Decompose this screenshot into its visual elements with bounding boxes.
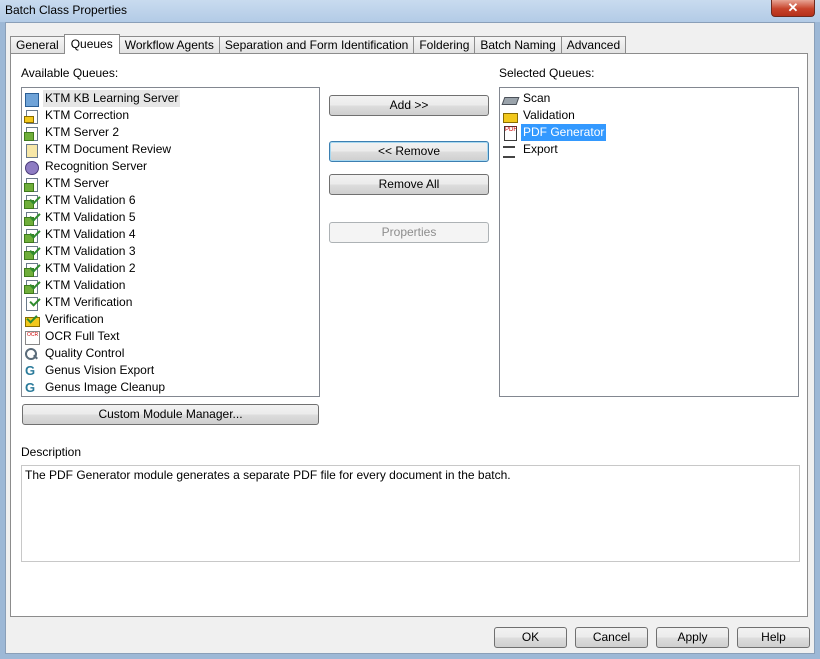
list-item[interactable]: KTM Validation 3 bbox=[22, 243, 319, 260]
scanner-icon bbox=[501, 92, 520, 106]
server-icon bbox=[24, 126, 40, 141]
list-item-label: PDF Generator bbox=[521, 124, 607, 141]
window-title: Batch Class Properties bbox=[5, 3, 128, 17]
tab-queues[interactable]: Queues bbox=[63, 34, 120, 54]
validation-check-icon bbox=[24, 192, 41, 209]
list-item[interactable]: KTM Validation 6 bbox=[22, 192, 319, 209]
genus-icon: G bbox=[25, 379, 36, 395]
list-item[interactable]: Recognition Server bbox=[22, 158, 319, 175]
remove-button[interactable]: << Remove bbox=[329, 141, 489, 162]
list-item-label: KTM Validation 4 bbox=[45, 227, 136, 241]
list-item-label: KTM Validation 3 bbox=[45, 244, 136, 258]
list-item[interactable]: Export bbox=[500, 141, 798, 158]
list-item[interactable]: PDF PDF Generator bbox=[500, 124, 798, 141]
list-item[interactable]: OCR OCR Full Text bbox=[22, 328, 319, 345]
correction-icon bbox=[24, 109, 40, 124]
title-bar: Batch Class Properties bbox=[0, 0, 820, 22]
tab-strip: General Queues Workflow Agents Separatio… bbox=[10, 34, 627, 54]
list-item-label: KTM Validation 6 bbox=[45, 193, 136, 207]
verification-yellow-icon bbox=[24, 311, 40, 327]
list-item[interactable]: KTM KB Learning Server bbox=[22, 90, 319, 107]
quality-control-icon bbox=[24, 347, 40, 361]
kb-learning-icon bbox=[24, 92, 40, 107]
close-button[interactable]: ✕ bbox=[771, 0, 815, 17]
ok-button[interactable]: OK bbox=[494, 627, 567, 648]
verification-icon bbox=[24, 294, 41, 311]
genus-icon: G bbox=[25, 362, 36, 378]
apply-button[interactable]: Apply bbox=[656, 627, 729, 648]
list-item[interactable]: KTM Server bbox=[22, 175, 319, 192]
list-item-label: KTM KB Learning Server bbox=[43, 90, 181, 107]
list-item[interactable]: KTM Validation 4 bbox=[22, 226, 319, 243]
list-item-label: Genus Vision Export bbox=[45, 363, 155, 377]
server-icon bbox=[24, 177, 40, 192]
validation-check-icon bbox=[24, 243, 41, 260]
list-item-label: KTM Verification bbox=[45, 295, 133, 309]
help-button[interactable]: Help bbox=[737, 627, 810, 648]
available-queues-list[interactable]: KTM KB Learning Server KTM Correction KTM … bbox=[21, 87, 320, 397]
list-item-label: KTM Server 2 bbox=[45, 125, 120, 139]
list-item-label: Verification bbox=[45, 312, 104, 326]
description-text: The PDF Generator module generates a sep… bbox=[25, 468, 511, 482]
list-item-label: Recognition Server bbox=[45, 159, 148, 173]
list-item-label: Validation bbox=[523, 108, 575, 122]
list-item-label: Export bbox=[523, 142, 558, 156]
list-item[interactable]: Quality Control bbox=[22, 345, 319, 362]
list-item[interactable]: KTM Validation 5 bbox=[22, 209, 319, 226]
list-item-label: KTM Server bbox=[45, 176, 110, 190]
list-item[interactable]: KTM Validation 2 bbox=[22, 260, 319, 277]
list-item[interactable]: KTM Verification bbox=[22, 294, 319, 311]
pdf-icon: PDF bbox=[502, 125, 518, 141]
list-item[interactable]: G Genus Image Cleanup bbox=[22, 379, 319, 396]
list-item-label: Scan bbox=[523, 91, 551, 105]
properties-button[interactable]: Properties bbox=[329, 222, 489, 243]
ocr-icon: OCR bbox=[24, 330, 40, 345]
list-item[interactable]: KTM Server 2 bbox=[22, 124, 319, 141]
export-icon bbox=[502, 143, 518, 158]
tab-workflow-agents[interactable]: Workflow Agents bbox=[118, 36, 220, 53]
selected-queues-label: Selected Queues: bbox=[499, 66, 595, 80]
list-item-label: KTM Validation 5 bbox=[45, 210, 136, 224]
list-item-label: KTM Correction bbox=[45, 108, 130, 122]
custom-module-manager-button[interactable]: Custom Module Manager... bbox=[22, 404, 319, 425]
tab-separation-and-form-identification[interactable]: Separation and Form Identification bbox=[218, 36, 415, 53]
available-queues-label: Available Queues: bbox=[21, 66, 119, 80]
validation-check-icon bbox=[24, 226, 41, 243]
tab-general[interactable]: General bbox=[10, 36, 65, 53]
list-item[interactable]: KTM Document Review bbox=[22, 141, 319, 158]
list-item[interactable]: G Genus Vision Export bbox=[22, 362, 319, 379]
list-item[interactable]: Scan bbox=[500, 90, 798, 107]
recognition-icon bbox=[24, 160, 40, 175]
tab-batch-naming[interactable]: Batch Naming bbox=[474, 36, 562, 53]
list-item[interactable]: KTM Correction bbox=[22, 107, 319, 124]
description-label: Description bbox=[21, 445, 82, 459]
list-item[interactable]: Validation bbox=[500, 107, 798, 124]
list-item-label: KTM Validation bbox=[45, 278, 126, 292]
tab-foldering[interactable]: Foldering bbox=[413, 36, 476, 53]
validation-check-icon bbox=[24, 209, 41, 226]
validation-check-icon bbox=[24, 277, 41, 294]
validation-check-icon bbox=[24, 260, 41, 277]
add-button[interactable]: Add >> bbox=[329, 95, 489, 116]
list-item-label: KTM Document Review bbox=[45, 142, 172, 156]
list-item-label: Genus Image Cleanup bbox=[45, 380, 166, 394]
list-item[interactable]: KTM Validation bbox=[22, 277, 319, 294]
description-box: The PDF Generator module generates a sep… bbox=[21, 465, 800, 562]
list-item-label: KTM Validation 2 bbox=[45, 261, 136, 275]
selected-queues-list[interactable]: Scan Validation PDF PDF Generator Export bbox=[499, 87, 799, 397]
tab-advanced[interactable]: Advanced bbox=[560, 36, 627, 53]
validation-yellow-icon bbox=[502, 109, 518, 123]
remove-all-button[interactable]: Remove All bbox=[329, 174, 489, 195]
document-review-icon bbox=[24, 143, 40, 158]
list-item-label: Quality Control bbox=[45, 346, 125, 360]
list-item-label: OCR Full Text bbox=[45, 329, 120, 343]
cancel-button[interactable]: Cancel bbox=[575, 627, 648, 648]
list-item[interactable]: Verification bbox=[22, 311, 319, 328]
